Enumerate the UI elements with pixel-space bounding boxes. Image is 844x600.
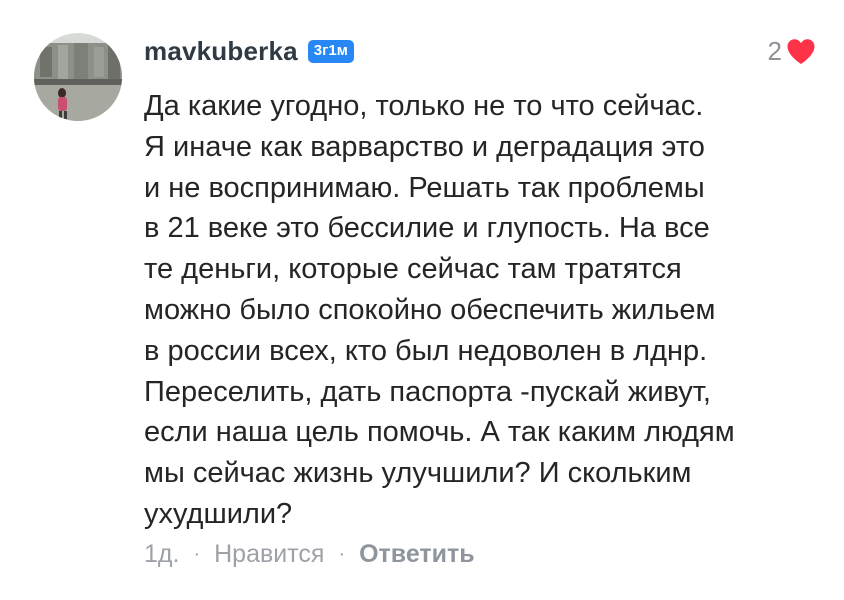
like-button[interactable]: Нравится bbox=[214, 540, 324, 569]
avatar[interactable] bbox=[34, 33, 122, 121]
comment-header: mavkuberka 3г1м bbox=[144, 36, 354, 67]
separator-dot: · bbox=[338, 543, 346, 565]
like-count: 2 bbox=[767, 36, 782, 66]
heart-icon[interactable] bbox=[786, 38, 816, 65]
comment-text-line: Переселить, дать паспорта -пускай живут, bbox=[144, 375, 711, 408]
comment-text-line: ухудшили? bbox=[144, 497, 293, 530]
comment-text-line: и не воспринимаю. Решать так проблемы bbox=[144, 171, 705, 204]
comment-text: Да какие угодно, только не то что сейчас… bbox=[144, 86, 824, 535]
comment-footer: 1д. · Нравится · Ответить bbox=[144, 540, 475, 569]
comment-text-line: те деньги, которые сейчас там тратятся bbox=[144, 253, 682, 286]
comment-text-line: мы сейчас жизнь улучшили? И скольким bbox=[144, 457, 692, 490]
comment-text-line: можно было спокойно обеспечить жильем bbox=[144, 293, 716, 326]
author-name[interactable]: mavkuberka bbox=[144, 36, 298, 67]
reply-button[interactable]: Ответить bbox=[359, 540, 475, 569]
comment-time: 1д. bbox=[144, 540, 180, 568]
separator-dot: · bbox=[193, 543, 201, 565]
comment-text-line: если наша цель помочь. А так каким людям bbox=[144, 416, 735, 449]
avatar-photo bbox=[34, 33, 122, 121]
comment: mavkuberka 3г1м 2 Да какие угодно, тольк… bbox=[0, 0, 844, 600]
comment-text-line: Я иначе как варварство и деградация это bbox=[144, 130, 705, 163]
time-badge: 3г1м bbox=[307, 40, 354, 63]
comment-text-line: Да какие угодно, только не то что сейчас… bbox=[144, 90, 704, 122]
like-control[interactable]: 2 bbox=[768, 36, 816, 67]
comment-text-line: в 21 веке это бессилие и глупость. На вс… bbox=[144, 212, 710, 245]
comment-text-line: в россии всех, кто был недоволен в лднр. bbox=[144, 334, 708, 367]
